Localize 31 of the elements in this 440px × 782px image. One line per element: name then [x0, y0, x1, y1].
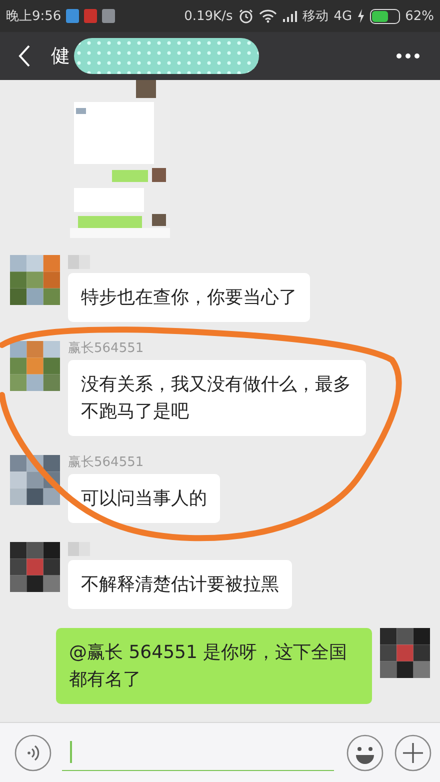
avatar[interactable] — [380, 628, 430, 678]
clock-text: 晚上9:56 — [6, 8, 62, 25]
avatar[interactable] — [10, 542, 60, 592]
avatar[interactable] — [10, 455, 60, 505]
more-icon[interactable] — [396, 53, 420, 59]
notification-icon — [102, 9, 116, 23]
battery-percent: 62% — [405, 8, 434, 24]
avatar[interactable] — [10, 341, 60, 391]
chat-title: 健 — [51, 44, 70, 69]
signal-icon — [282, 10, 298, 22]
battery-icon — [370, 8, 400, 24]
plus-icon[interactable] — [394, 734, 432, 772]
message-bubble: 没有关系，我又没有做什么，最多不跑马了是吧 — [68, 360, 366, 436]
message-bubble: @赢长 564551 是你呀，这下全国都有名了 — [56, 628, 372, 704]
wifi-icon — [258, 9, 277, 23]
message-bubble: 不解释清楚估计要被拉黑 — [68, 560, 292, 609]
notification-icon — [84, 9, 98, 23]
notification-icon — [66, 9, 80, 23]
voice-icon[interactable] — [14, 734, 52, 772]
sender-name: 赢长564551 — [68, 341, 144, 356]
network-speed: 0.19K/s — [184, 8, 233, 24]
network-type: 4G — [334, 8, 352, 24]
alarm-icon — [238, 8, 254, 24]
charging-icon — [357, 9, 366, 23]
sender-name: 赢长564551 — [68, 455, 144, 470]
back-icon[interactable] — [17, 44, 31, 68]
carrier-text: 移动 — [302, 8, 329, 25]
message-bubble: 可以问当事人的 — [68, 474, 220, 523]
avatar[interactable] — [10, 255, 60, 305]
emoji-icon[interactable] — [346, 734, 384, 772]
message-bubble: 特步也在查你，你要当心了 — [68, 273, 310, 322]
